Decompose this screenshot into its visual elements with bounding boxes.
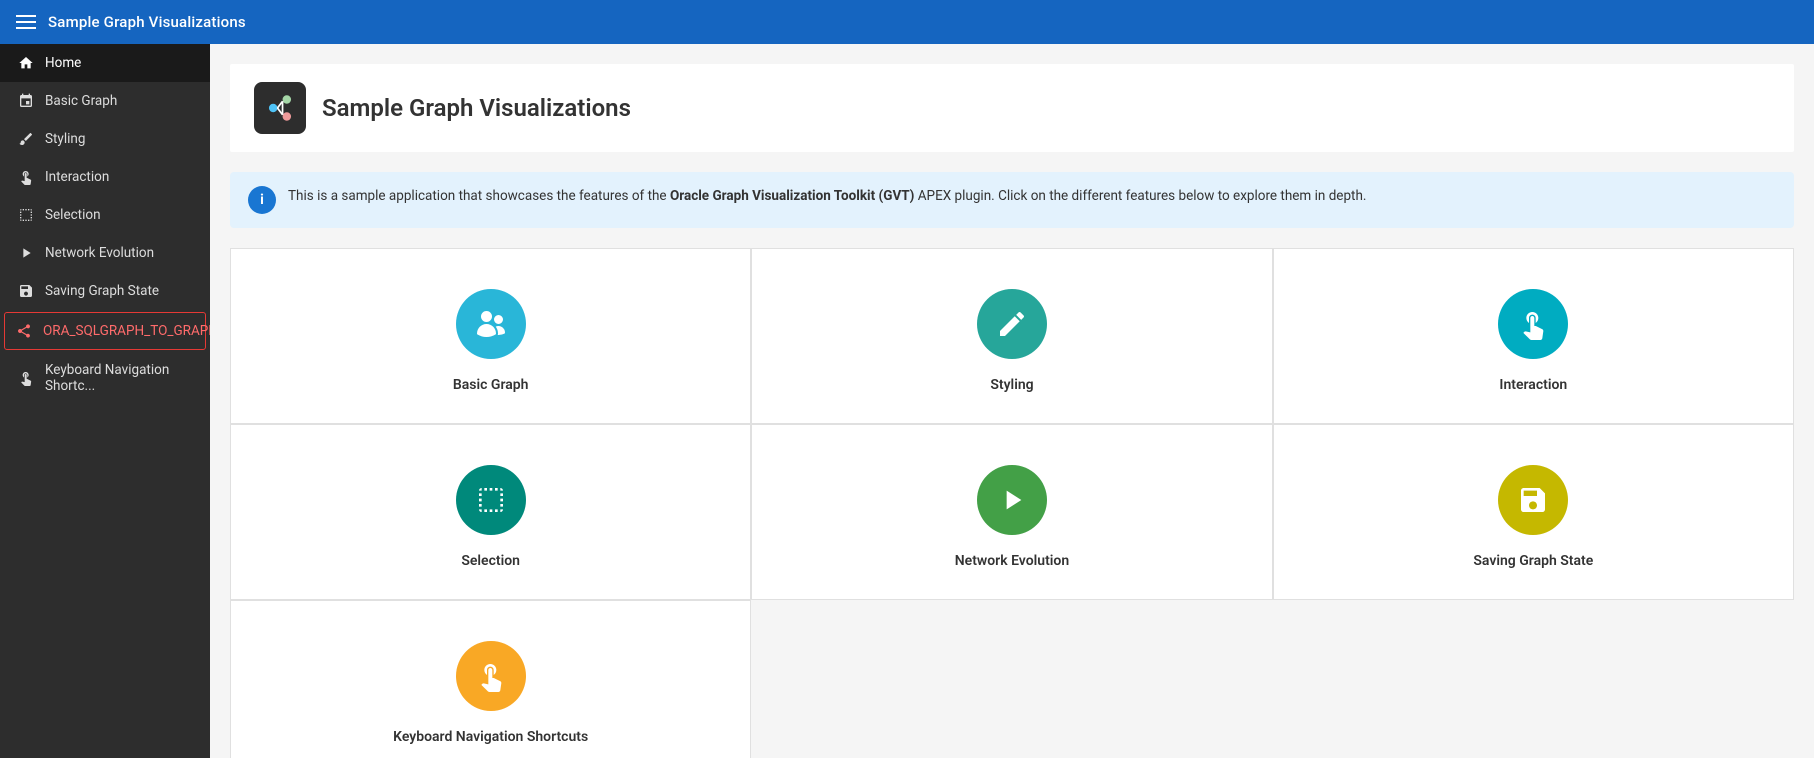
card-label-styling: Styling <box>990 377 1033 393</box>
hamburger-menu[interactable] <box>16 15 36 29</box>
card-icon-interaction <box>1498 289 1568 359</box>
card-icon-saving-graph-state <box>1498 465 1568 535</box>
card-label-saving-graph-state: Saving Graph State <box>1473 553 1593 569</box>
card-icon-selection <box>456 465 526 535</box>
card-icon-keyboard-nav <box>456 641 526 711</box>
sidebar-label-basic-graph: Basic Graph <box>45 93 117 109</box>
sidebar-item-selection[interactable]: Selection <box>0 196 210 234</box>
sidebar: Home Basic Graph Styling Interaction <box>0 44 210 758</box>
card-label-interaction: Interaction <box>1499 377 1567 393</box>
info-text: This is a sample application that showca… <box>288 186 1366 206</box>
app-title: Sample Graph Visualizations <box>48 13 246 31</box>
sidebar-label-saving-graph-state: Saving Graph State <box>45 283 159 299</box>
hand-icon <box>17 168 35 186</box>
header-card: Sample Graph Visualizations <box>230 64 1794 152</box>
card-icon-network-evolution <box>977 465 1047 535</box>
sidebar-item-keyboard-nav[interactable]: Keyboard Navigation Shortc... <box>0 352 210 404</box>
sidebar-label-home: Home <box>45 55 81 71</box>
card-selection[interactable]: Selection <box>230 424 751 600</box>
card-icon-basic-graph <box>456 289 526 359</box>
sidebar-item-ora-sqlgraph[interactable]: ORA_SQLGRAPH_TO_GRAPH <box>4 312 206 350</box>
sidebar-item-styling[interactable]: Styling <box>0 120 210 158</box>
sidebar-item-network-evolution[interactable]: Network Evolution <box>0 234 210 272</box>
info-banner: i This is a sample application that show… <box>230 172 1794 228</box>
selection-icon <box>17 206 35 224</box>
sidebar-item-basic-graph[interactable]: Basic Graph <box>0 82 210 120</box>
sidebar-label-selection: Selection <box>45 207 101 223</box>
sidebar-item-saving-graph-state[interactable]: Saving Graph State <box>0 272 210 310</box>
card-network-evolution[interactable]: Network Evolution <box>751 424 1272 600</box>
topbar: Sample Graph Visualizations <box>0 0 1814 44</box>
card-icon-styling <box>977 289 1047 359</box>
sidebar-label-ora-sqlgraph: ORA_SQLGRAPH_TO_GRAPH <box>43 323 210 339</box>
cards-grid: Basic Graph Styling Interaction <box>230 248 1794 758</box>
sidebar-label-network-evolution: Network Evolution <box>45 245 154 261</box>
brush-icon <box>17 130 35 148</box>
card-styling[interactable]: Styling <box>751 248 1272 424</box>
card-label-network-evolution: Network Evolution <box>955 553 1069 569</box>
card-saving-graph-state[interactable]: Saving Graph State <box>1273 424 1794 600</box>
home-icon <box>17 54 35 72</box>
card-basic-graph[interactable]: Basic Graph <box>230 248 751 424</box>
card-keyboard-nav[interactable]: Keyboard Navigation Shortcuts <box>230 600 751 758</box>
sidebar-label-interaction: Interaction <box>45 169 109 185</box>
card-label-basic-graph: Basic Graph <box>453 377 529 393</box>
app-logo <box>254 82 306 134</box>
card-interaction[interactable]: Interaction <box>1273 248 1794 424</box>
sidebar-item-interaction[interactable]: Interaction <box>0 158 210 196</box>
sidebar-item-home[interactable]: Home <box>0 44 210 82</box>
sidebar-label-keyboard-nav: Keyboard Navigation Shortc... <box>45 362 196 394</box>
share-icon <box>15 322 33 340</box>
sidebar-label-styling: Styling <box>45 131 85 147</box>
info-icon: i <box>248 186 276 214</box>
keyboard-icon <box>17 369 35 387</box>
graph-icon <box>17 92 35 110</box>
page-title: Sample Graph Visualizations <box>322 94 631 122</box>
network-icon <box>17 244 35 262</box>
card-label-selection: Selection <box>461 553 520 569</box>
main-content: Sample Graph Visualizations i This is a … <box>210 44 1814 758</box>
save-icon <box>17 282 35 300</box>
card-label-keyboard-nav: Keyboard Navigation Shortcuts <box>393 729 588 745</box>
